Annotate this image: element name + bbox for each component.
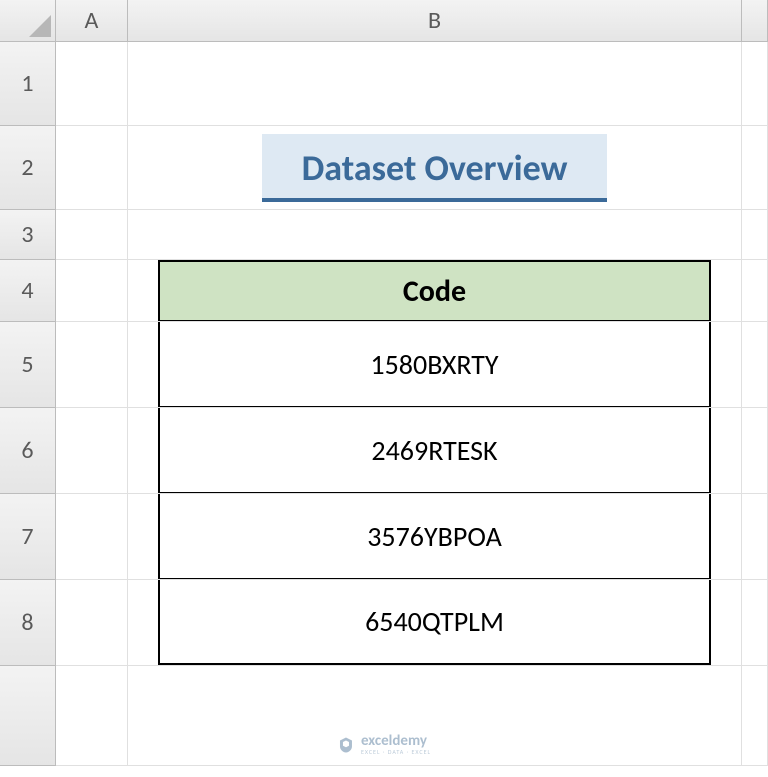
column-header-a[interactable]: A — [56, 0, 128, 42]
cell-b2[interactable]: Dataset Overview — [128, 126, 742, 210]
row-header-3[interactable]: 3 — [0, 210, 56, 260]
table-row: 3576YBPOA — [158, 494, 711, 579]
row-header-7[interactable]: 7 — [0, 494, 56, 580]
row-header-4[interactable]: 4 — [0, 260, 56, 322]
column-header-next[interactable] — [742, 0, 768, 42]
row-header-5[interactable]: 5 — [0, 322, 56, 408]
cell-c8[interactable] — [742, 580, 768, 666]
table-header: Code — [158, 260, 711, 321]
cell-a8[interactable] — [56, 580, 128, 666]
column-header-b[interactable]: B — [128, 0, 742, 42]
cell-c3[interactable] — [742, 210, 768, 260]
watermark-main: exceldemy — [361, 734, 431, 749]
cell-b8[interactable]: 6540QTPLM — [128, 580, 742, 666]
row-header-1[interactable]: 1 — [0, 42, 56, 126]
cell-b7[interactable]: 3576YBPOA — [128, 494, 742, 580]
cell-a7[interactable] — [56, 494, 128, 580]
cell-a6[interactable] — [56, 408, 128, 494]
cell-a4[interactable] — [56, 260, 128, 322]
cell-b3[interactable] — [128, 210, 742, 260]
watermark-sub: EXCEL · DATA · EXCEL — [361, 749, 431, 755]
row-header-9[interactable] — [0, 666, 56, 766]
cell-c1[interactable] — [742, 42, 768, 126]
row-header-6[interactable]: 6 — [0, 408, 56, 494]
page-title: Dataset Overview — [262, 134, 608, 202]
logo-icon — [337, 736, 355, 754]
cell-c2[interactable] — [742, 126, 768, 210]
cell-c7[interactable] — [742, 494, 768, 580]
cell-b1[interactable] — [128, 42, 742, 126]
cell-b6[interactable]: 2469RTESK — [128, 408, 742, 494]
cell-c6[interactable] — [742, 408, 768, 494]
cell-c5[interactable] — [742, 322, 768, 408]
select-all-corner[interactable] — [0, 0, 56, 42]
spreadsheet-grid: A B 1 2 Dataset Overview 3 4 Code 5 1580… — [0, 0, 768, 766]
cell-b5[interactable]: 1580BXRTY — [128, 322, 742, 408]
row-header-2[interactable]: 2 — [0, 126, 56, 210]
cell-a9[interactable] — [56, 666, 128, 766]
cell-a1[interactable] — [56, 42, 128, 126]
cell-b4[interactable]: Code — [128, 260, 742, 322]
cell-a2[interactable] — [56, 126, 128, 210]
table-row: 6540QTPLM — [158, 580, 711, 665]
table-row: 2469RTESK — [158, 408, 711, 493]
cell-c4[interactable] — [742, 260, 768, 322]
cell-c9[interactable] — [742, 666, 768, 766]
watermark: exceldemy EXCEL · DATA · EXCEL — [337, 734, 431, 755]
table-row: 1580BXRTY — [158, 322, 711, 407]
cell-a3[interactable] — [56, 210, 128, 260]
cell-a5[interactable] — [56, 322, 128, 408]
cell-b9[interactable] — [128, 666, 742, 766]
row-header-8[interactable]: 8 — [0, 580, 56, 666]
